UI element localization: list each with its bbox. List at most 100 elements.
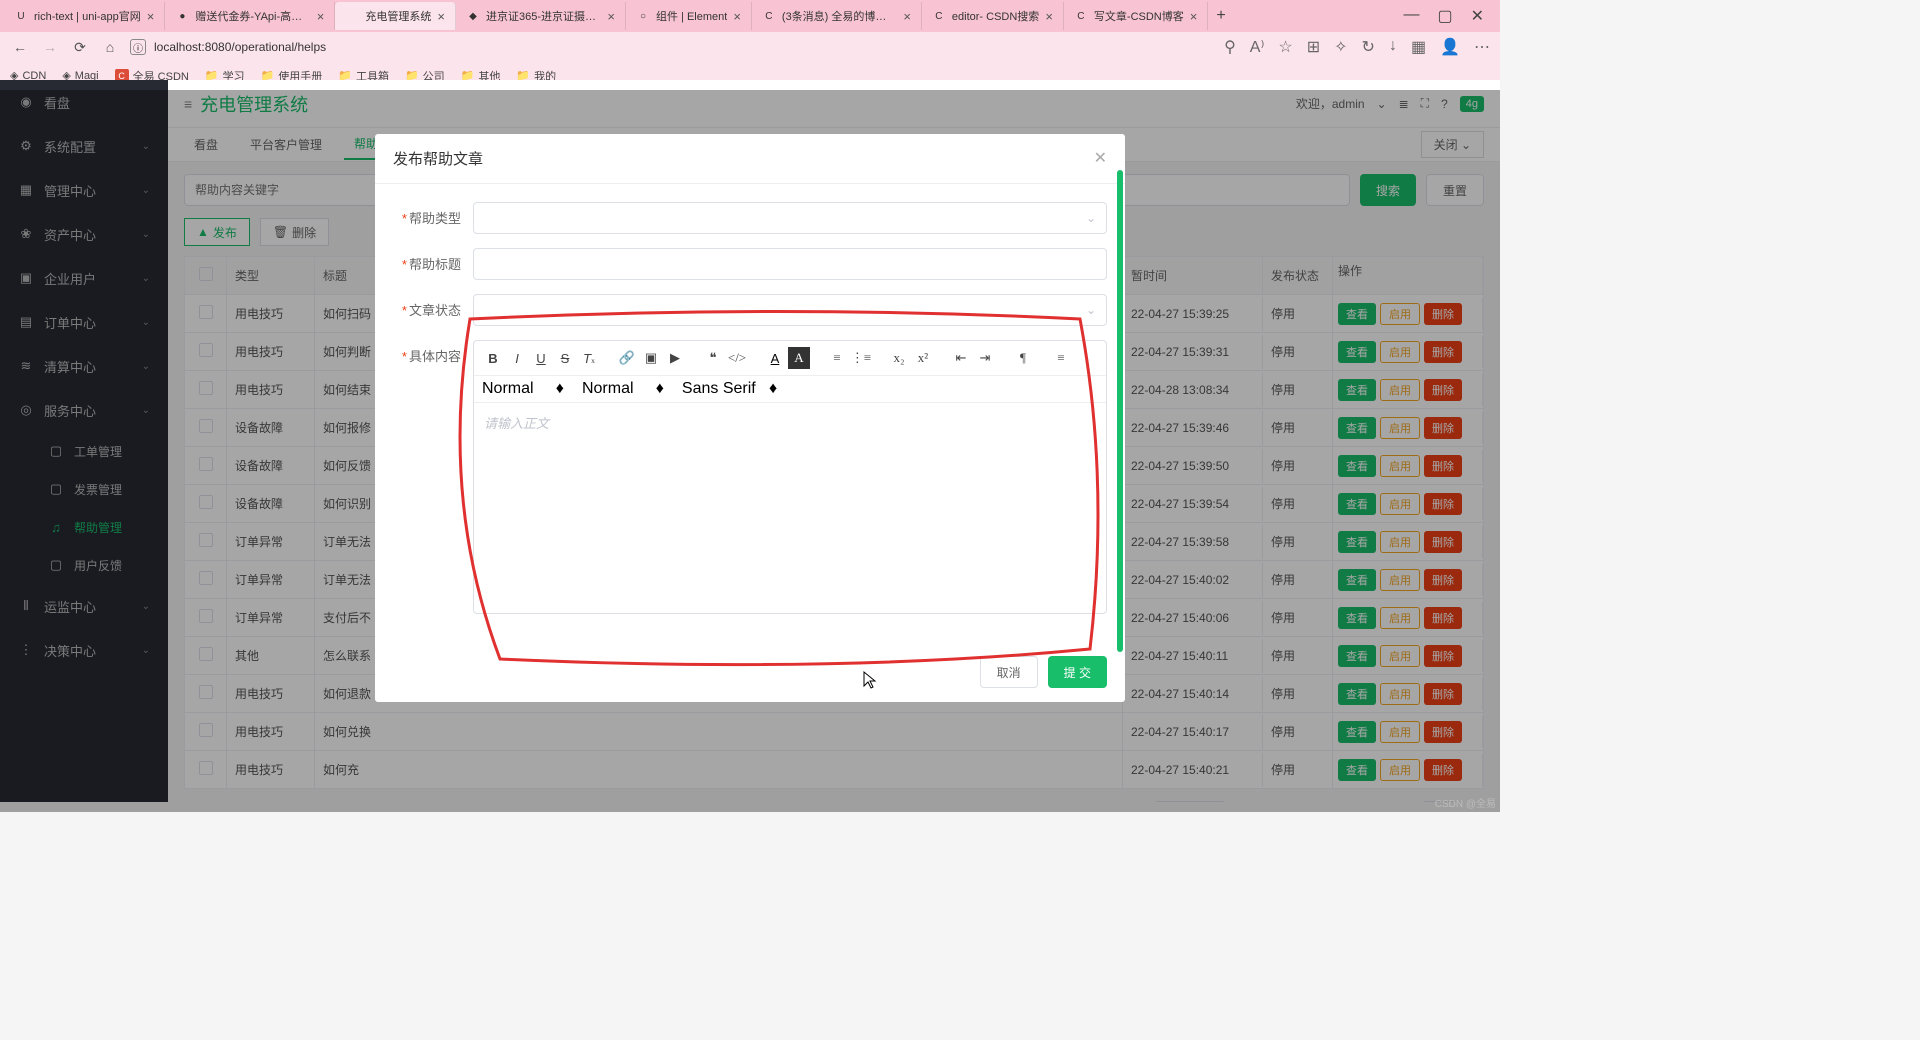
indent-right-icon[interactable]: ⇥ xyxy=(974,347,996,369)
form-row-content: *具体内容 B I U S Tₓ 🔗 ▣ ▶ xyxy=(393,340,1107,614)
tab-close-icon[interactable]: × xyxy=(317,9,325,24)
browser-tab[interactable]: ● 赠送代金券-YApi-高效、易... × xyxy=(165,2,335,30)
image-icon[interactable]: ▣ xyxy=(640,347,662,369)
addr-actions: ⚲ A⁾ ☆ ⊞ ✧ ↻ ↓ ▦ 👤 ⋯ xyxy=(1224,37,1490,57)
quote-icon[interactable]: ❝ xyxy=(702,347,724,369)
chevron-down-icon: ⌄ xyxy=(1086,303,1096,317)
underline-icon[interactable]: U xyxy=(530,347,552,369)
chevron-down-icon: ⌄ xyxy=(1086,211,1096,225)
browser-tab[interactable]: C(3条消息) 全易的博客_CSDN...× xyxy=(752,2,922,30)
browser-tab[interactable]: ◆ 进京证365-进京证摄像头位... × xyxy=(456,2,626,30)
publish-modal: 发布帮助文章 ✕ *帮助类型 ⌄ *帮助标题 *文章状态 ⌄ *具体内容 xyxy=(375,134,1125,702)
tab-title: 充电管理系统 xyxy=(365,8,431,24)
app-icon[interactable]: ▦ xyxy=(1411,37,1426,57)
tab-close-icon[interactable]: × xyxy=(147,9,155,24)
browser-chrome: Urich-text | uni-app官网 × ● 赠送代金券-YApi-高效、易.… xyxy=(0,0,1500,80)
ordered-list-icon[interactable]: ≡ xyxy=(826,347,848,369)
window-close-icon[interactable]: ✕ xyxy=(1471,6,1484,26)
tab-title: 赠送代金券-YApi-高效、易... xyxy=(195,8,310,24)
tab-close-icon[interactable]: × xyxy=(733,9,741,24)
tab-close-icon[interactable]: × xyxy=(607,9,615,24)
tab-close-icon[interactable]: × xyxy=(1190,9,1198,24)
tab-favicon-icon: U xyxy=(14,9,28,23)
form-row-category: *帮助类型 ⌄ xyxy=(393,202,1107,234)
editor-body[interactable]: 请输入正文 xyxy=(474,403,1106,613)
bold-icon[interactable]: B xyxy=(482,347,504,369)
indent-left-icon[interactable]: ⇤ xyxy=(950,347,972,369)
link-icon[interactable]: 🔗 xyxy=(616,347,638,369)
profile-icon[interactable]: 👤 xyxy=(1440,37,1460,57)
tab-favicon-icon: ● xyxy=(175,9,189,23)
home-icon[interactable]: ⌂ xyxy=(100,37,120,57)
tab-favicon-icon: C xyxy=(762,9,776,23)
tab-close-icon[interactable]: × xyxy=(903,9,911,24)
watermark: CSDN @全易 xyxy=(1435,795,1496,810)
read-aloud-icon[interactable]: A⁾ xyxy=(1250,37,1265,57)
new-tab-icon[interactable]: + xyxy=(1208,7,1233,25)
collections-icon[interactable]: ✧ xyxy=(1334,37,1347,57)
modal-header: 发布帮助文章 ✕ xyxy=(375,134,1125,184)
modal-overlay: 发布帮助文章 ✕ *帮助类型 ⌄ *帮助标题 *文章状态 ⌄ *具体内容 xyxy=(0,90,1500,812)
tab-title: 进京证365-进京证摄像头位... xyxy=(486,8,601,24)
site-info-icon[interactable]: ⓘ xyxy=(130,39,146,55)
tab-favicon-icon: C xyxy=(1074,9,1088,23)
modal-footer: 取消 提 交 xyxy=(375,646,1125,702)
search-icon[interactable]: ⚲ xyxy=(1224,37,1236,57)
browser-tab[interactable]: Ceditor- CSDN搜索× xyxy=(922,2,1064,30)
unordered-list-icon[interactable]: ⋮≡ xyxy=(850,347,872,369)
refresh-icon[interactable]: ⟳ xyxy=(70,37,90,57)
rich-editor: B I U S Tₓ 🔗 ▣ ▶ ❝ </> xyxy=(473,340,1107,614)
menu-icon[interactable]: ⋯ xyxy=(1474,37,1490,57)
extensions-icon[interactable]: ⊞ xyxy=(1307,37,1320,57)
direction-icon[interactable]: ¶ xyxy=(1012,347,1034,369)
header-select[interactable]: Normal ♦ xyxy=(582,380,664,398)
tab-title: 写文章-CSDN博客 xyxy=(1094,8,1184,24)
label-category: *帮助类型 xyxy=(393,202,473,227)
video-icon[interactable]: ▶ xyxy=(664,347,686,369)
tab-close-icon[interactable]: × xyxy=(437,9,445,24)
address-bar[interactable]: ⓘ localhost:8080/operational/helps xyxy=(130,39,1214,55)
label-status: *文章状态 xyxy=(393,294,473,319)
address-bar-row: ← → ⟳ ⌂ ⓘ localhost:8080/operational/hel… xyxy=(0,32,1500,62)
history-icon[interactable]: ↻ xyxy=(1362,37,1375,57)
close-icon[interactable]: ✕ xyxy=(1094,148,1107,169)
size-select[interactable]: Normal ♦ xyxy=(482,380,564,398)
category-select[interactable]: ⌄ xyxy=(473,202,1107,234)
tab-favicon-icon: ◆ xyxy=(466,9,480,23)
editor-format-row: Normal ♦ Normal ♦ Sans Serif ♦ xyxy=(474,376,1106,403)
tab-close-icon[interactable]: × xyxy=(1045,9,1053,24)
bg-color-icon[interactable]: A xyxy=(788,347,810,369)
tab-title: editor- CSDN搜索 xyxy=(952,8,1039,24)
browser-tab[interactable]: ○ 组件 | Element × xyxy=(626,2,752,30)
clear-format-icon[interactable]: Tₓ xyxy=(578,347,600,369)
label-title: *帮助标题 xyxy=(393,248,473,273)
subscript-icon[interactable]: x₂ xyxy=(888,347,910,369)
window-controls: — ▢ ✕ xyxy=(1391,6,1496,26)
cancel-button[interactable]: 取消 xyxy=(980,656,1038,688)
text-color-icon[interactable]: A xyxy=(764,347,786,369)
strike-icon[interactable]: S xyxy=(554,347,576,369)
code-icon[interactable]: </> xyxy=(726,347,748,369)
modal-body: *帮助类型 ⌄ *帮助标题 *文章状态 ⌄ *具体内容 B I U xyxy=(375,184,1125,646)
browser-tab[interactable]: 充电管理系统 × xyxy=(335,2,456,30)
browser-tabs: Urich-text | uni-app官网 × ● 赠送代金券-YApi-高效、易.… xyxy=(0,0,1500,32)
label-content: *具体内容 xyxy=(393,340,473,365)
tab-title: 组件 | Element xyxy=(656,8,727,24)
favorite-icon[interactable]: ☆ xyxy=(1278,37,1292,57)
submit-button[interactable]: 提 交 xyxy=(1048,656,1107,688)
back-icon[interactable]: ← xyxy=(10,37,30,57)
tab-favicon-icon: ○ xyxy=(636,9,650,23)
browser-tab[interactable]: C 写文章-CSDN博客 × xyxy=(1064,2,1208,30)
browser-tab[interactable]: Urich-text | uni-app官网 × xyxy=(4,2,165,30)
forward-icon[interactable]: → xyxy=(40,37,60,57)
superscript-icon[interactable]: x² xyxy=(912,347,934,369)
window-minimize-icon[interactable]: — xyxy=(1403,6,1419,26)
window-maximize-icon[interactable]: ▢ xyxy=(1437,6,1452,26)
font-select[interactable]: Sans Serif ♦ xyxy=(682,380,777,398)
tab-title: rich-text | uni-app官网 xyxy=(34,8,141,24)
title-input[interactable] xyxy=(473,248,1107,280)
downloads-icon[interactable]: ↓ xyxy=(1389,37,1397,57)
italic-icon[interactable]: I xyxy=(506,347,528,369)
align-icon[interactable]: ≡ xyxy=(1050,347,1072,369)
status-select[interactable]: ⌄ xyxy=(473,294,1107,326)
